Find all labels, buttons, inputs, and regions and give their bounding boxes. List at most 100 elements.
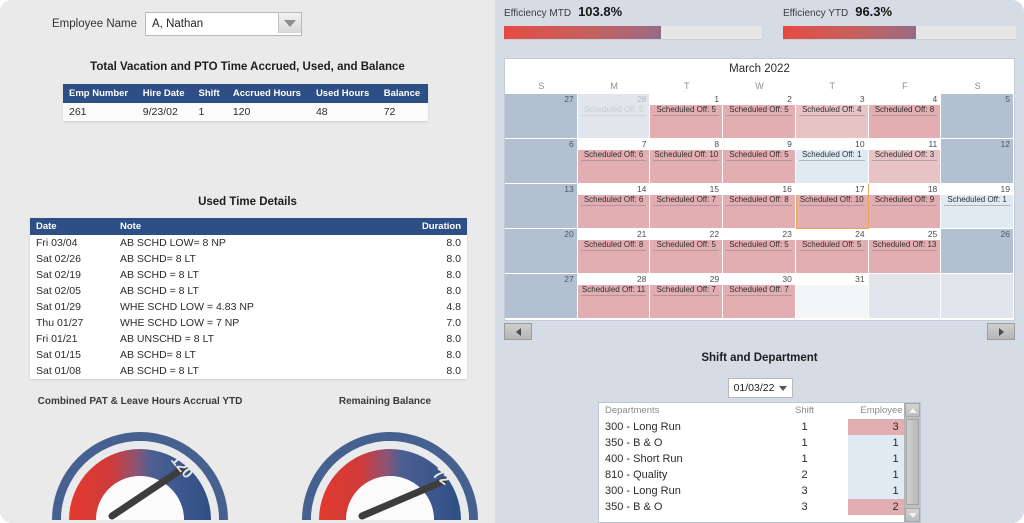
chevron-down-icon[interactable]: [779, 385, 788, 391]
calendar-day-cell[interactable]: 29 Scheduled Off: 7: [650, 274, 724, 319]
calendar-day-cell[interactable]: 27: [505, 94, 578, 139]
calendar-day-grid[interactable]: 27 28 Scheduled Off: 5 1 Scheduled Off: 5 2 Sc…: [505, 94, 1014, 319]
calendar-event-label[interactable]: Scheduled Off: 5: [726, 240, 792, 251]
table-row[interactable]: 350 - B & O32: [599, 499, 920, 515]
calendar-day-cell[interactable]: 7 Scheduled Off: 6: [577, 139, 651, 184]
calendar-day-cell[interactable]: 8 Scheduled Off: 10: [650, 139, 724, 184]
schedule-calendar[interactable]: March 2022 SMTWTFS 27 28 Scheduled Off: 51…: [504, 58, 1015, 321]
table-row[interactable]: 350 - B & O11: [599, 435, 920, 451]
table-cell: Sat 01/08: [30, 363, 114, 379]
scroll-down-icon[interactable]: [905, 508, 920, 522]
calendar-event-label[interactable]: Scheduled Off: 5: [798, 240, 865, 251]
table-cell: 8.0: [405, 331, 467, 347]
calendar-day-cell[interactable]: [868, 274, 942, 319]
table-row[interactable]: 300 - Long Run 1 3: [599, 419, 920, 435]
calendar-day-cell[interactable]: 3 Scheduled Off: 4: [795, 94, 869, 139]
calendar-day-cell[interactable]: 1 Scheduled Off: 5: [650, 94, 724, 139]
calendar-day-cell[interactable]: 17 Scheduled Off: 10: [795, 184, 869, 229]
calendar-day-cell[interactable]: 9 Scheduled Off: 5: [723, 139, 796, 184]
calendar-day-cell[interactable]: 31: [795, 274, 869, 319]
calendar-day-cell[interactable]: 4 Scheduled Off: 8: [868, 94, 942, 139]
calendar-day-cell[interactable]: 13: [505, 184, 578, 229]
calendar-day-number: 2: [787, 94, 792, 104]
calendar-day-number: 31: [855, 274, 865, 284]
calendar-day-cell[interactable]: 10 Scheduled Off: 1: [795, 139, 869, 184]
calendar-day-cell[interactable]: 12: [941, 139, 1014, 184]
calendar-day-cell[interactable]: 28 Scheduled Off: 11: [577, 274, 651, 319]
employee-name-select[interactable]: A, Nathan: [145, 12, 303, 36]
department-vertical-scrollbar[interactable]: [904, 403, 920, 522]
calendar-event-label[interactable]: Scheduled Off: 13: [871, 240, 938, 251]
calendar-day-number: 16: [782, 184, 792, 194]
calendar-day-cell[interactable]: 30 Scheduled Off: 7: [723, 274, 796, 319]
calendar-day-cell[interactable]: 6: [505, 139, 578, 184]
calendar-event-label[interactable]: Scheduled Off: 5: [653, 240, 720, 251]
calendar-event-label[interactable]: Scheduled Off: 7: [726, 285, 792, 296]
calendar-day-cell[interactable]: 16 Scheduled Off: 8: [723, 184, 796, 229]
table-row[interactable]: 810 - Quality 2 1: [599, 467, 920, 483]
calendar-event-label[interactable]: Scheduled Off: 7: [653, 195, 720, 206]
calendar-event-label[interactable]: Scheduled Off: 10: [653, 150, 720, 161]
table-row[interactable]: 300 - Long Run 3 1: [599, 483, 920, 499]
calendar-event-label[interactable]: Scheduled Off: 9: [871, 195, 938, 206]
calendar-day-cell[interactable]: 26: [941, 229, 1014, 274]
calendar-day-cell[interactable]: 25 Scheduled Off: 13: [868, 229, 942, 274]
calendar-event-label[interactable]: Scheduled Off: 11: [580, 285, 647, 296]
calendar-event-label[interactable]: Scheduled Off: 6: [580, 195, 647, 206]
calendar-event-label[interactable]: Scheduled Off: 8: [726, 195, 792, 206]
calendar-day-cell[interactable]: 24 Scheduled Off: 5: [795, 229, 869, 274]
triangle-right-icon[interactable]: [987, 323, 1015, 340]
calendar-day-cell[interactable]: 23 Scheduled Off: 5: [723, 229, 796, 274]
calendar-day-number: 17: [855, 184, 865, 194]
scrollbar-thumb[interactable]: [906, 419, 919, 505]
efficiency-ytd-value: 96.3%: [855, 4, 893, 19]
calendar-day-cell[interactable]: 18 Scheduled Off: 9: [868, 184, 942, 229]
calendar-day-cell[interactable]: 5: [941, 94, 1014, 139]
calendar-event-label[interactable]: Scheduled Off: 7: [653, 285, 720, 296]
calendar-event-label[interactable]: Scheduled Off: 10: [798, 195, 865, 206]
calendar-day-cell[interactable]: 20: [505, 229, 578, 274]
table-cell: AB SCHD = 8 LT: [114, 363, 405, 379]
calendar-day-number: 7: [641, 139, 647, 149]
table-cell: 8.0: [405, 283, 467, 299]
calendar-event-label[interactable]: Scheduled Off: 5: [726, 105, 792, 116]
calendar-day-cell[interactable]: [941, 274, 1014, 319]
table-cell: 3: [761, 483, 848, 499]
calendar-event-label[interactable]: Scheduled Off: 8: [871, 105, 938, 116]
calendar-event-label[interactable]: Scheduled Off: 8: [580, 240, 647, 251]
calendar-event-label[interactable]: Scheduled Off: 5: [580, 105, 647, 116]
calendar-day-cell[interactable]: 14 Scheduled Off: 6: [577, 184, 651, 229]
table-cell: 1: [761, 451, 848, 467]
scroll-up-icon[interactable]: [905, 403, 920, 417]
calendar-day-cell[interactable]: 15 Scheduled Off: 7: [650, 184, 724, 229]
calendar-horizontal-scrollbar[interactable]: [504, 323, 1015, 343]
calendar-day-number: 11: [928, 139, 938, 149]
calendar-day-cell[interactable]: 11 Scheduled Off: 3: [868, 139, 942, 184]
table-cell: 72: [377, 103, 428, 121]
calendar-day-number: 29: [709, 274, 720, 284]
calendar-day-cell[interactable]: 28 Scheduled Off: 5: [577, 94, 651, 139]
table-cell: 120: [226, 103, 310, 121]
calendar-event-label[interactable]: Scheduled Off: 3: [871, 150, 938, 161]
table-cell: 9/23/02: [136, 103, 193, 121]
calendar-weekday: W: [755, 81, 764, 91]
calendar-day-header-strip: [795, 94, 868, 105]
calendar-day-cell[interactable]: 21 Scheduled Off: 8: [577, 229, 651, 274]
calendar-event-label[interactable]: Scheduled Off: 6: [580, 150, 647, 161]
calendar-day-number: 8: [714, 139, 720, 149]
calendar-event-label[interactable]: Scheduled Off: 5: [726, 150, 792, 161]
chevron-down-icon[interactable]: [278, 13, 302, 33]
shift-date-select[interactable]: 01/03/22: [728, 378, 793, 398]
table-row[interactable]: 400 - Short Run 1 1: [599, 451, 920, 467]
calendar-event-label[interactable]: Scheduled Off: 5: [653, 105, 720, 116]
calendar-event-label[interactable]: Scheduled Off: 1: [944, 195, 1010, 206]
calendar-event-label[interactable]: Scheduled Off: 4: [798, 105, 865, 116]
calendar-day-cell[interactable]: 19 Scheduled Off: 1: [941, 184, 1014, 229]
calendar-day-cell[interactable]: 22 Scheduled Off: 5: [650, 229, 724, 274]
calendar-event-label[interactable]: Scheduled Off: 1: [798, 150, 865, 161]
triangle-left-icon[interactable]: [504, 323, 532, 340]
calendar-day-cell[interactable]: 27: [505, 274, 578, 319]
efficiency-mtd-value: 103.8%: [578, 4, 623, 19]
table-cell: WHE SCHD LOW = 4.83 NP: [114, 299, 405, 315]
calendar-day-cell[interactable]: 2 Scheduled Off: 5: [723, 94, 796, 139]
